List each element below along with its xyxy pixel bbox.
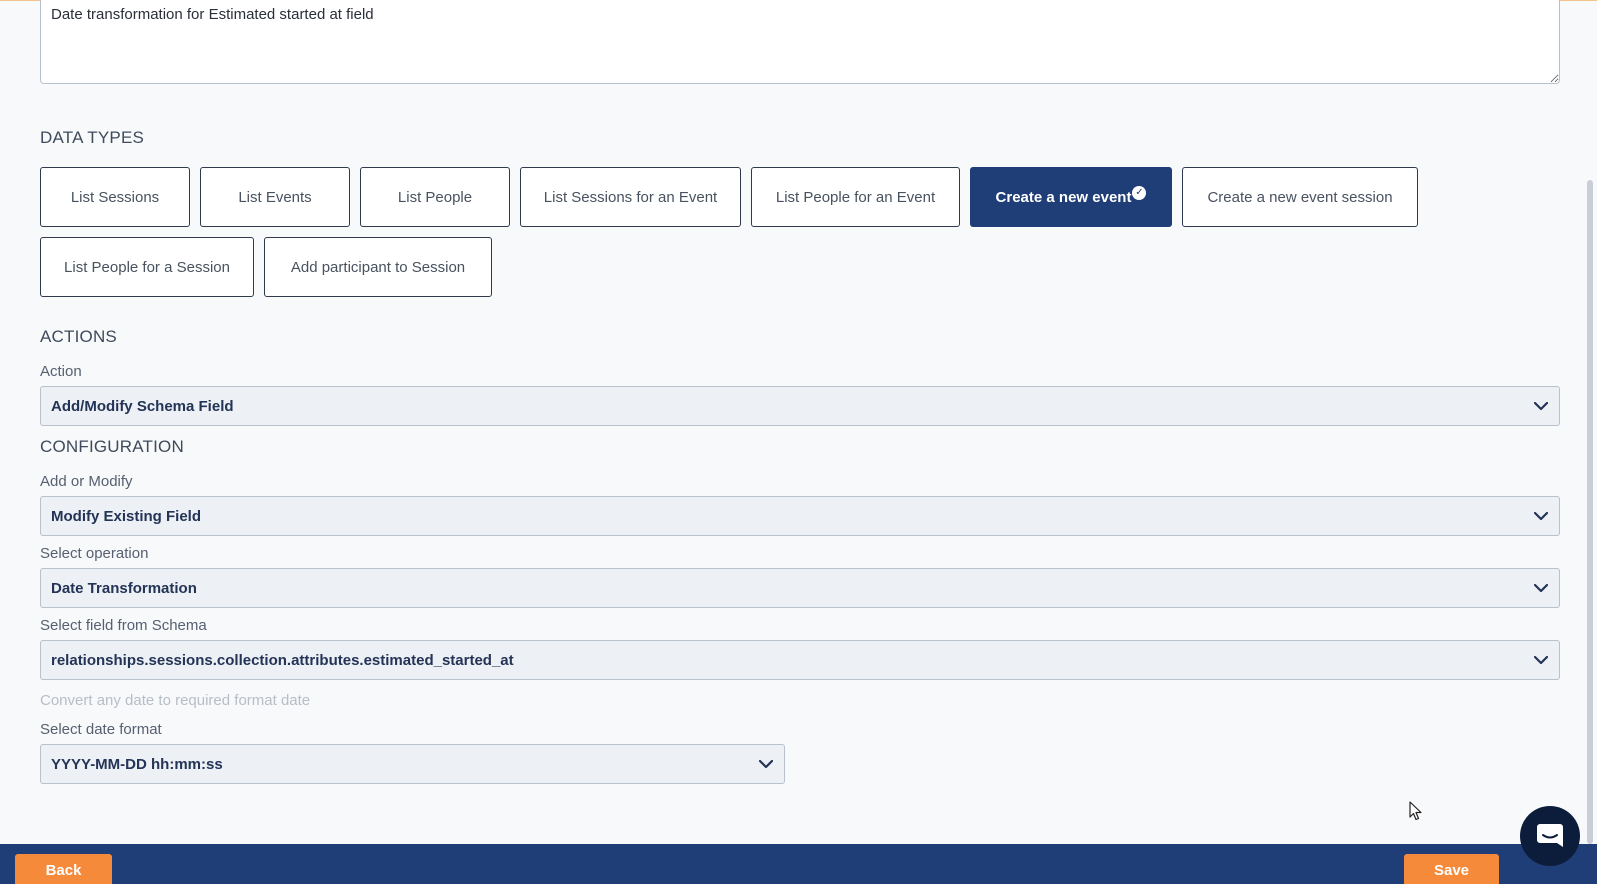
operation-select[interactable]: Date Transformation <box>40 568 1560 608</box>
action-select-value: Add/Modify Schema Field <box>51 397 234 415</box>
chip-list-sessions-for-event[interactable]: List Sessions for an Event <box>520 167 741 227</box>
footer-bar <box>0 844 1597 884</box>
action-select[interactable]: Add/Modify Schema Field <box>40 386 1560 426</box>
chevron-down-icon <box>1533 652 1549 668</box>
chip-list-people-for-event[interactable]: List People for an Event <box>751 167 960 227</box>
chip-create-new-event-session[interactable]: Create a new event session <box>1182 167 1418 227</box>
add-modify-select-value: Modify Existing Field <box>51 507 202 525</box>
chip-label: Create a new event <box>995 188 1132 206</box>
chip-label: List Events <box>238 188 312 206</box>
date-format-select[interactable]: YYYY-MM-DD hh:mm:ss <box>40 744 785 784</box>
chip-create-new-event[interactable]: Create a new event ✓ <box>970 167 1172 227</box>
chip-list-people[interactable]: List People <box>360 167 510 227</box>
data-types-title: DATA TYPES <box>40 128 145 147</box>
description-textarea[interactable]: Date transformation for Estimated starte… <box>40 0 1560 84</box>
schema-field-select-value: relationships.sessions.collection.attrib… <box>51 651 514 669</box>
chip-list-sessions[interactable]: List Sessions <box>40 167 190 227</box>
add-modify-label: Add or Modify <box>40 473 133 490</box>
chevron-down-icon <box>1533 580 1549 596</box>
save-button[interactable]: Save <box>1404 854 1499 884</box>
configuration-title: CONFIGURATION <box>40 437 184 456</box>
chip-label: Create a new event session <box>1207 188 1393 206</box>
mouse-cursor-icon <box>1409 801 1423 826</box>
schema-field-label: Select field from Schema <box>40 617 207 634</box>
action-label: Action <box>40 363 82 380</box>
chat-icon[interactable] <box>1520 806 1580 866</box>
date-convert-hint: Convert any date to required format date <box>40 692 311 709</box>
chevron-down-icon <box>1533 398 1549 414</box>
operation-select-value: Date Transformation <box>51 579 197 597</box>
chip-list-events[interactable]: List Events <box>200 167 350 227</box>
add-modify-select[interactable]: Modify Existing Field <box>40 496 1560 536</box>
chip-label: List People for an Event <box>775 188 936 206</box>
actions-title: ACTIONS <box>40 327 117 346</box>
date-format-label: Select date format <box>40 721 162 738</box>
chip-label: List People for a Session <box>64 258 230 276</box>
chevron-down-icon <box>1533 508 1549 524</box>
chip-label: List Sessions for an Event <box>543 188 718 206</box>
page-scrollbar[interactable] <box>1587 180 1593 844</box>
back-button[interactable]: Back <box>15 854 112 884</box>
chip-label: List Sessions <box>70 188 160 206</box>
chip-add-participant-to-session[interactable]: Add participant to Session <box>264 237 492 297</box>
date-format-select-value: YYYY-MM-DD hh:mm:ss <box>51 755 223 773</box>
chip-label: List People <box>397 188 473 206</box>
page: Date transformation for Estimated starte… <box>0 0 1597 884</box>
chevron-down-icon <box>758 756 774 772</box>
schema-field-select[interactable]: relationships.sessions.collection.attrib… <box>40 640 1560 680</box>
check-circle-icon: ✓ <box>1132 186 1147 200</box>
chip-label: Add participant to Session <box>290 258 466 276</box>
operation-label: Select operation <box>40 545 149 562</box>
chip-list-people-for-session[interactable]: List People for a Session <box>40 237 254 297</box>
